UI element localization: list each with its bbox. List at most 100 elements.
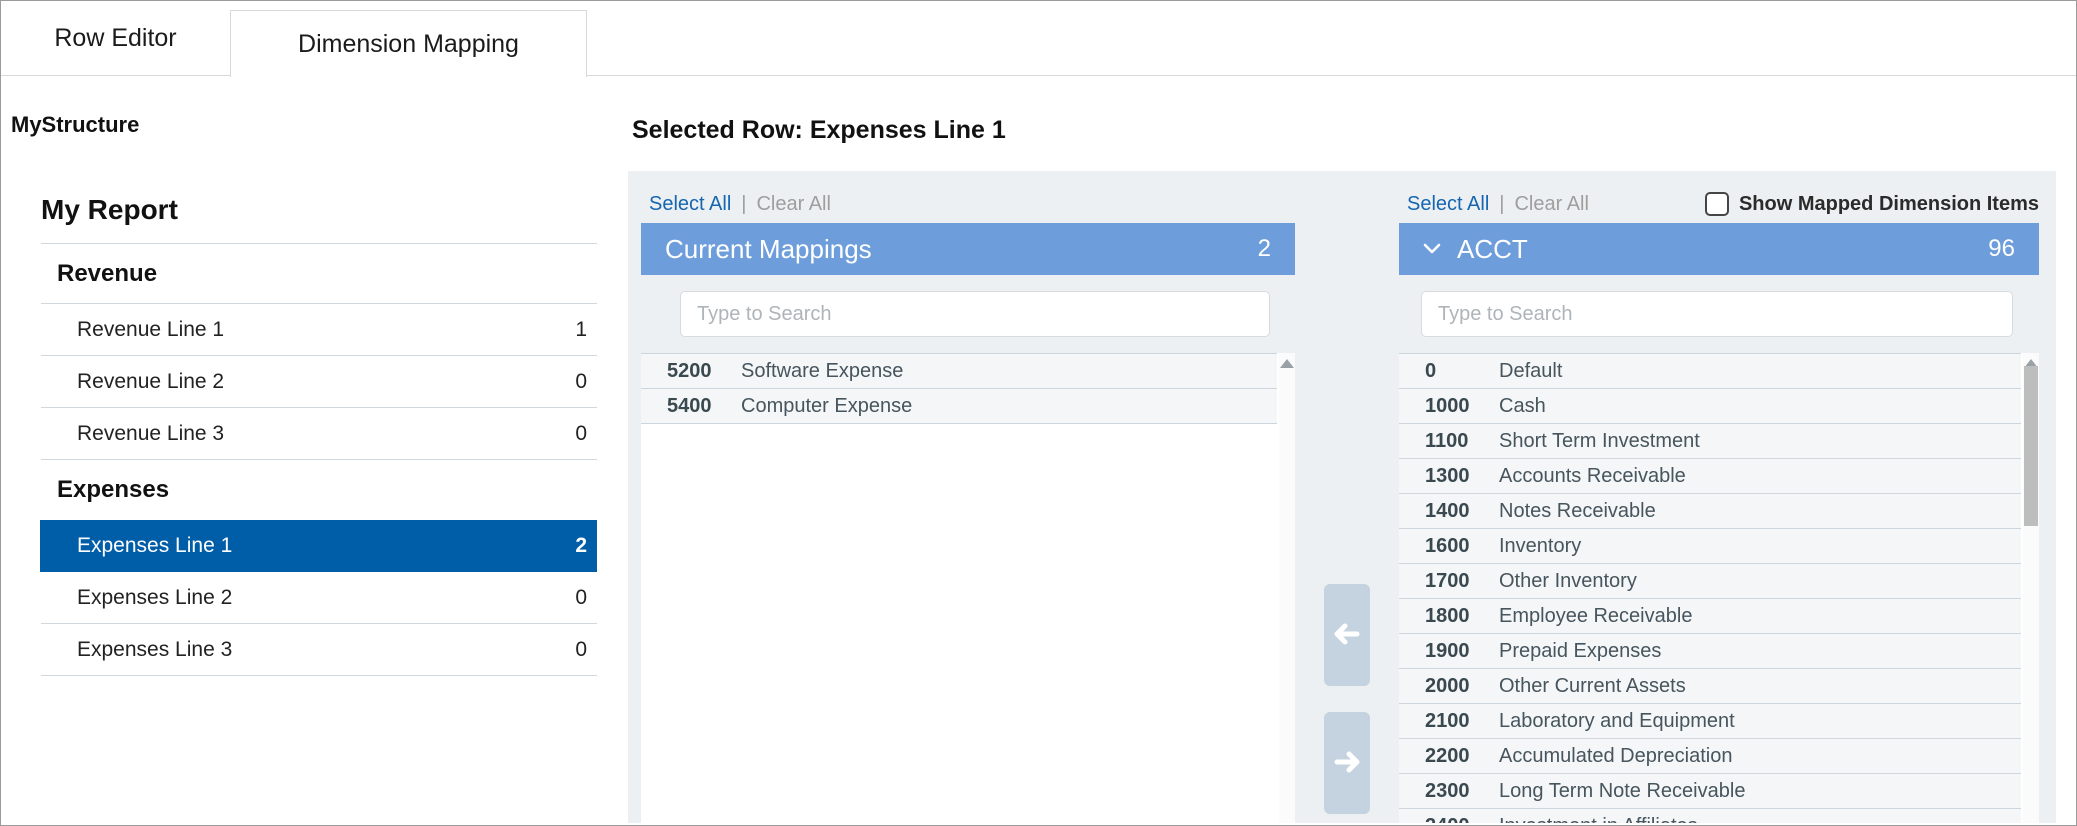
tree-item-revenue-line-2[interactable]: Revenue Line 2 0 — [41, 356, 597, 408]
tree-rows: RevenueRevenue Line 11Revenue Line 20Rev… — [41, 244, 597, 676]
row-code: 2200 — [1425, 745, 1471, 768]
row-code: 2000 — [1425, 675, 1471, 698]
tree-item-label: Revenue Line 1 — [77, 318, 224, 342]
dimension-panel: Select All | Clear All Show Mapped Dimen… — [1399, 171, 2039, 823]
tab-bar: Row Editor Dimension Mapping — [1, 1, 2076, 76]
structure-title: MyStructure — [11, 112, 139, 138]
row-label: Software Expense — [741, 360, 903, 383]
move-left-button[interactable] — [1324, 584, 1370, 686]
tree-item-expenses-line-1[interactable]: Expenses Line 12 — [40, 520, 597, 572]
row-label: Cash — [1499, 395, 1546, 418]
row-code: 1900 — [1425, 640, 1471, 663]
row-label: Laboratory and Equipment — [1499, 710, 1735, 733]
mappings-search-input[interactable] — [680, 291, 1270, 337]
scrollbar-thumb[interactable] — [2024, 366, 2038, 526]
tab-dimension-mapping[interactable]: Dimension Mapping — [230, 10, 587, 77]
dimension-select-all-link[interactable]: Select All — [1407, 193, 1489, 216]
move-right-button[interactable] — [1324, 712, 1370, 814]
mapping-item-row[interactable]: 5200 Software Expense — [641, 354, 1277, 389]
show-mapped-label: Show Mapped Dimension Items — [1739, 193, 2039, 216]
row-label: Accounts Receivable — [1499, 465, 1686, 488]
tree-item-revenue-line-1[interactable]: Revenue Line 11 — [41, 304, 597, 356]
dimension-item-row[interactable]: 2300Long Term Note Receivable — [1399, 774, 2021, 809]
dimension-rows: 0Default1000Cash1100Short Term Investmen… — [1399, 353, 2021, 823]
row-label: Prepaid Expenses — [1499, 640, 1661, 663]
dimension-item-row[interactable]: 1600Inventory — [1399, 529, 2021, 564]
row-code: 1300 — [1425, 465, 1471, 488]
tree-item-label: Expenses Line 1 — [77, 534, 232, 558]
tree-item-revenue-line-3[interactable]: Revenue Line 3 0 — [41, 408, 597, 460]
mapping-workspace: Select All | Clear All Current Mappings … — [628, 171, 2056, 823]
row-code: 5200 — [667, 360, 713, 383]
mappings-links-row: Select All | Clear All — [641, 171, 1295, 223]
dimension-item-row[interactable]: 0Default — [1399, 354, 2021, 389]
dimension-item-row[interactable]: 1700 Other Inventory — [1399, 564, 2021, 599]
current-mappings-panel: Select All | Clear All Current Mappings … — [641, 171, 1295, 823]
row-label: Employee Receivable — [1499, 605, 1692, 628]
dimension-item-row[interactable]: 1900 Prepaid Expenses — [1399, 634, 2021, 669]
row-label: Investment in Affiliates — [1499, 815, 1698, 824]
current-mappings-count: 2 — [1258, 235, 1271, 263]
report-name: My Report — [41, 194, 597, 244]
show-mapped-control: Show Mapped Dimension Items — [1705, 192, 2039, 216]
tree-item-count: 0 — [575, 370, 587, 394]
main-content: Selected Row: Expenses Line 1 Select All… — [628, 76, 2076, 825]
mappings-clear-all-link[interactable]: Clear All — [756, 193, 830, 216]
dimension-item-row[interactable]: 2400Investment in Affiliates — [1399, 809, 2021, 823]
dimension-links-row: Select All | Clear All Show Mapped Dimen… — [1399, 171, 2039, 223]
dimension-search-input[interactable] — [1421, 291, 2013, 337]
row-code: 1400 — [1425, 500, 1471, 523]
dimension-item-row[interactable]: 2000Other Current Assets — [1399, 669, 2021, 704]
dimension-clear-all-link[interactable]: Clear All — [1514, 193, 1588, 216]
tree-item-expenses-line-2[interactable]: Expenses Line 20 — [41, 572, 597, 624]
tree-item-label: Expenses Line 3 — [77, 638, 232, 662]
dimension-item-row[interactable]: 1100Short Term Investment — [1399, 424, 2021, 459]
structure-panel: MyStructure My Report RevenueRevenue Lin… — [1, 76, 628, 825]
dimension-list: 0Default1000Cash1100Short Term Investmen… — [1399, 353, 2039, 823]
row-code: 2100 — [1425, 710, 1471, 733]
link-separator: | — [1499, 193, 1504, 216]
row-label: Notes Receivable — [1499, 500, 1656, 523]
tab-row-editor[interactable]: Row Editor — [1, 1, 230, 76]
mappings-rows: 5200 Software Expense 5400 Computer Expense — [641, 353, 1277, 424]
row-label: Default — [1499, 360, 1562, 383]
tree-item-label: Revenue Line 3 — [77, 422, 224, 446]
row-label: Accumulated Depreciation — [1499, 745, 1732, 768]
tree-group-revenue[interactable]: Revenue — [41, 244, 597, 304]
dimension-item-row[interactable]: 2100 Laboratory and Equipment — [1399, 704, 2021, 739]
current-mappings-title: Current Mappings — [665, 234, 872, 265]
row-code: 2300 — [1425, 780, 1471, 803]
row-code: 1700 — [1425, 570, 1471, 593]
tree-group-expenses[interactable]: Expenses — [41, 460, 597, 520]
report-tree: My Report RevenueRevenue Line 11Revenue … — [41, 194, 597, 676]
mapping-item-row[interactable]: 5400 Computer Expense — [641, 389, 1277, 424]
dimension-title: ACCT — [1457, 234, 1528, 265]
dimension-header[interactable]: ACCT 96 — [1399, 223, 2039, 275]
mappings-select-all-link[interactable]: Select All — [649, 193, 731, 216]
selected-row-title: Selected Row: Expenses Line 1 — [632, 116, 1006, 145]
dimension-item-row[interactable]: 1000Cash — [1399, 389, 2021, 424]
tree-item-count: 0 — [575, 422, 587, 446]
dimension-item-row[interactable]: 1300 Accounts Receivable — [1399, 459, 2021, 494]
dimension-item-row[interactable]: 1400 Notes Receivable — [1399, 494, 2021, 529]
dimension-scrollbar[interactable] — [2023, 353, 2039, 823]
mappings-search-section — [641, 275, 1295, 353]
dimension-count: 96 — [1988, 235, 2015, 263]
tree-item-count: 0 — [575, 586, 587, 610]
row-code: 5400 — [667, 395, 713, 418]
row-label: Other Inventory — [1499, 570, 1637, 593]
chevron-down-icon[interactable] — [1423, 243, 1441, 255]
dimension-item-row[interactable]: 1800 Employee Receivable — [1399, 599, 2021, 634]
dimension-search-section — [1399, 275, 2039, 353]
scroll-up-icon[interactable] — [1280, 359, 1294, 368]
tree-item-expenses-line-3[interactable]: Expenses Line 3 0 — [41, 624, 597, 676]
arrow-right-icon — [1333, 751, 1361, 776]
show-mapped-checkbox[interactable] — [1705, 192, 1729, 216]
tree-item-count: 0 — [575, 638, 587, 662]
row-label: Computer Expense — [741, 395, 912, 418]
dimension-item-row[interactable]: 2200 Accumulated Depreciation — [1399, 739, 2021, 774]
row-code: 1800 — [1425, 605, 1471, 628]
tree-item-label: Revenue Line 2 — [77, 370, 224, 394]
current-mappings-header[interactable]: Current Mappings 2 — [641, 223, 1295, 275]
mappings-scrollbar[interactable] — [1279, 353, 1295, 823]
